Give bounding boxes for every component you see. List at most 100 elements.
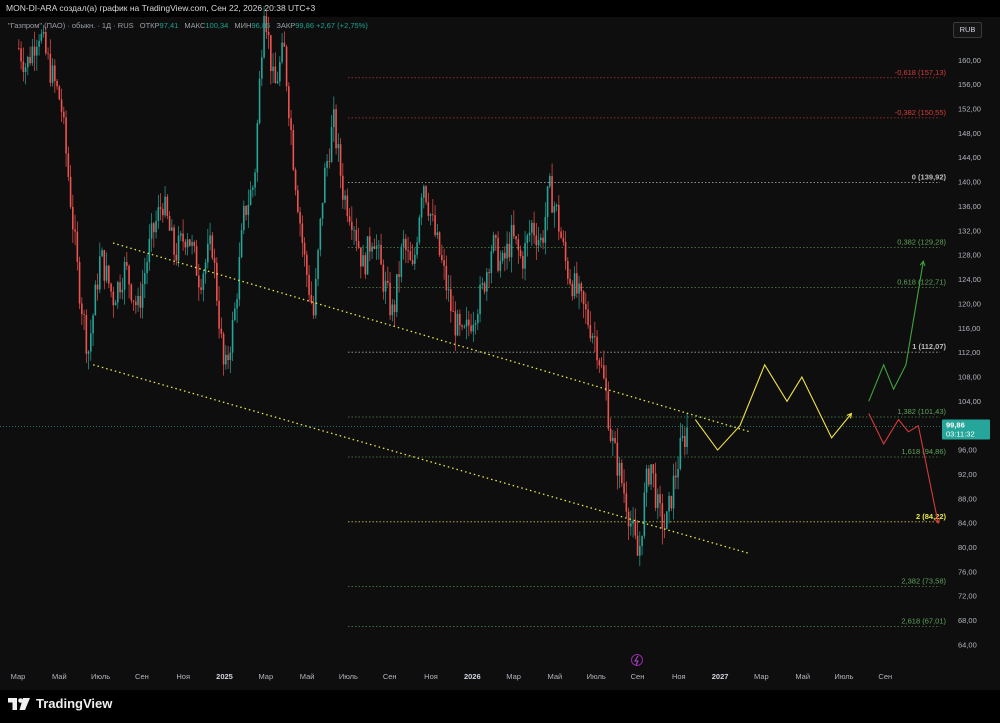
- candle-body[interactable]: [36, 46, 38, 56]
- candle-body[interactable]: [128, 265, 130, 285]
- candle-body[interactable]: [443, 260, 445, 267]
- candle-body[interactable]: [594, 336, 596, 337]
- candle-body[interactable]: [483, 283, 486, 292]
- candle-body[interactable]: [137, 295, 139, 306]
- candle-body[interactable]: [416, 242, 418, 255]
- candle-body[interactable]: [114, 302, 117, 306]
- candle-body[interactable]: [612, 437, 614, 442]
- candle-body[interactable]: [504, 252, 506, 259]
- candle-body[interactable]: [501, 252, 504, 261]
- candle-body[interactable]: [171, 227, 173, 231]
- candle-body[interactable]: [38, 40, 40, 47]
- candle-body[interactable]: [18, 48, 20, 49]
- candle-body[interactable]: [166, 196, 169, 217]
- candle-body[interactable]: [177, 235, 180, 261]
- candle-body[interactable]: [686, 427, 688, 447]
- candle-body[interactable]: [661, 503, 664, 529]
- candle-body[interactable]: [499, 260, 502, 271]
- candle-body[interactable]: [677, 469, 679, 478]
- candle-body[interactable]: [684, 435, 686, 447]
- candle-body[interactable]: [654, 473, 657, 508]
- candle-body[interactable]: [513, 224, 515, 237]
- candle-body[interactable]: [49, 53, 52, 83]
- candle-body[interactable]: [450, 289, 452, 312]
- candle-body[interactable]: [490, 251, 493, 274]
- candle-body[interactable]: [488, 272, 490, 274]
- candle-body[interactable]: [258, 78, 261, 124]
- candle-body[interactable]: [153, 223, 155, 233]
- candle-body[interactable]: [477, 314, 479, 324]
- candle-body[interactable]: [191, 242, 193, 246]
- candle-body[interactable]: [481, 283, 484, 285]
- candle-body[interactable]: [337, 144, 340, 149]
- candle-body[interactable]: [533, 222, 535, 236]
- candle-body[interactable]: [396, 274, 398, 313]
- candle-body[interactable]: [420, 197, 423, 218]
- candle-body[interactable]: [270, 35, 272, 72]
- candle-body[interactable]: [549, 176, 551, 187]
- candle-body[interactable]: [587, 309, 589, 326]
- candle-body[interactable]: [213, 257, 216, 263]
- candle-body[interactable]: [303, 242, 306, 255]
- candle-body[interactable]: [292, 130, 295, 170]
- candle-body[interactable]: [360, 247, 362, 267]
- candle-body[interactable]: [346, 195, 349, 217]
- candle-body[interactable]: [625, 493, 628, 512]
- candle-body[interactable]: [634, 520, 637, 536]
- candle-body[interactable]: [405, 238, 407, 251]
- candle-body[interactable]: [40, 33, 43, 41]
- candle-body[interactable]: [452, 311, 454, 312]
- candle-body[interactable]: [522, 255, 524, 269]
- candle-body[interactable]: [150, 223, 153, 239]
- candle-body[interactable]: [279, 61, 281, 82]
- candle-body[interactable]: [168, 216, 171, 231]
- candle-body[interactable]: [144, 273, 146, 285]
- candle-body[interactable]: [229, 352, 232, 361]
- candle-body[interactable]: [465, 319, 468, 327]
- candle-body[interactable]: [65, 117, 67, 154]
- candle-body[interactable]: [681, 435, 684, 438]
- candle-body[interactable]: [434, 215, 436, 236]
- candle-body[interactable]: [650, 464, 652, 485]
- candle-body[interactable]: [211, 235, 214, 258]
- candle-body[interactable]: [643, 492, 646, 536]
- candle-body[interactable]: [85, 314, 88, 354]
- candle-body[interactable]: [92, 315, 94, 334]
- candle-body[interactable]: [600, 365, 603, 367]
- candle-body[interactable]: [578, 283, 580, 294]
- candle-body[interactable]: [353, 229, 355, 231]
- candle-body[interactable]: [195, 246, 198, 276]
- candle-body[interactable]: [657, 494, 659, 508]
- candle-body[interactable]: [544, 217, 547, 243]
- candle-body[interactable]: [576, 273, 578, 294]
- candle-body[interactable]: [159, 207, 162, 209]
- candle-body[interactable]: [72, 206, 74, 230]
- candle-body[interactable]: [139, 295, 142, 308]
- candle-body[interactable]: [135, 301, 137, 306]
- candle-body[interactable]: [24, 67, 27, 73]
- candle-body[interactable]: [103, 250, 106, 281]
- candle-body[interactable]: [537, 240, 540, 246]
- candle-body[interactable]: [198, 275, 200, 288]
- projection-path[interactable]: [868, 413, 939, 524]
- candle-body[interactable]: [364, 255, 367, 275]
- candle-body[interactable]: [553, 206, 556, 213]
- candlestick-chart[interactable]: 160,00 156,00 152,00 148,00 144,00 140,00 136,…: [0, 0, 1000, 723]
- candle-body[interactable]: [146, 262, 148, 274]
- candle-body[interactable]: [267, 32, 270, 36]
- candle-body[interactable]: [47, 53, 49, 54]
- candle-body[interactable]: [560, 231, 562, 238]
- candle-body[interactable]: [486, 272, 488, 292]
- candle-body[interactable]: [234, 308, 236, 320]
- candle-body[interactable]: [474, 323, 477, 325]
- candle-body[interactable]: [382, 264, 385, 292]
- candle-body[interactable]: [308, 274, 310, 296]
- candle-body[interactable]: [551, 176, 553, 213]
- candle-body[interactable]: [87, 351, 90, 354]
- candle-body[interactable]: [193, 242, 196, 247]
- candle-body[interactable]: [99, 256, 101, 290]
- candle-body[interactable]: [283, 42, 286, 47]
- candle-body[interactable]: [162, 208, 164, 216]
- candle-body[interactable]: [618, 462, 621, 476]
- candle-body[interactable]: [342, 175, 344, 200]
